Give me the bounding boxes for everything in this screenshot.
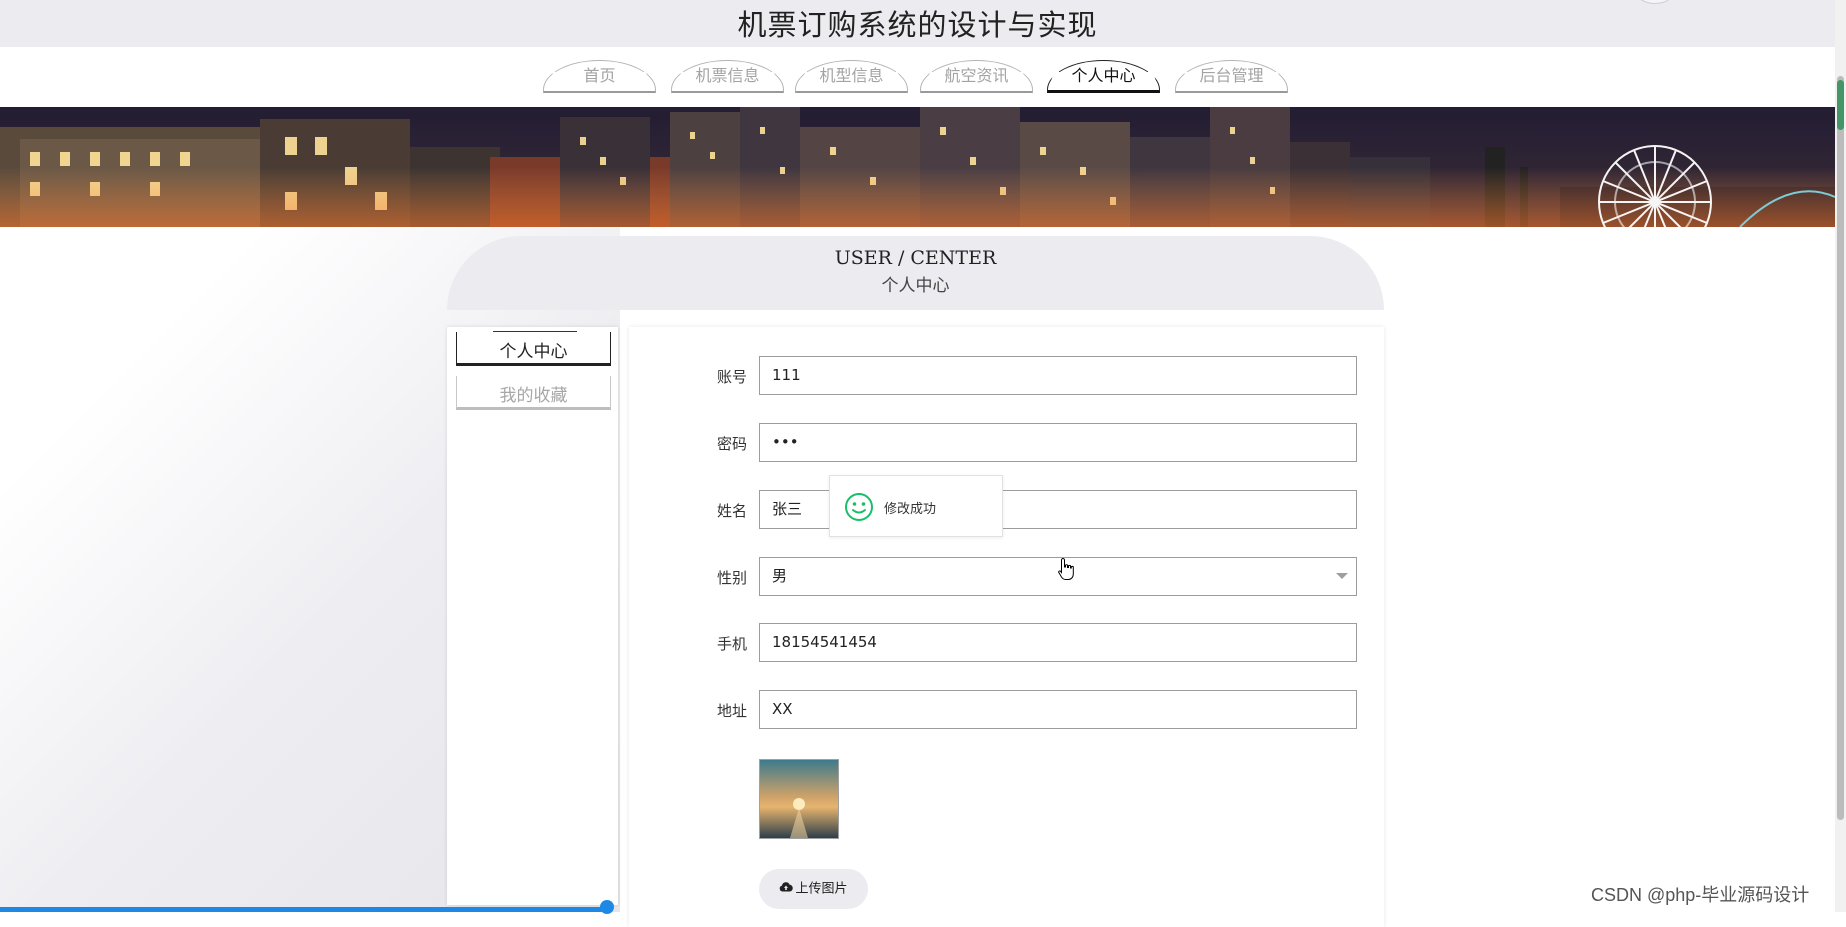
page-progress-bar bbox=[0, 907, 612, 912]
phone-label: 手机 bbox=[716, 635, 747, 653]
smile-icon bbox=[844, 492, 874, 526]
account-input[interactable]: 111 bbox=[759, 356, 1357, 395]
phone-input[interactable]: 18154541454 bbox=[759, 623, 1357, 662]
main-nav: 首页 机票信息 机型信息 航空资讯 个人中心 后台管理 bbox=[0, 47, 1835, 107]
nav-tab-user-center[interactable]: 个人中心 bbox=[1047, 60, 1160, 93]
success-toast: 修改成功 bbox=[829, 475, 1003, 537]
sidebar-item-user-center[interactable]: 个人中心 bbox=[456, 331, 611, 366]
banner-image bbox=[0, 107, 1835, 227]
upload-image-button[interactable]: 上传图片 bbox=[759, 869, 868, 909]
chevron-down-icon bbox=[1336, 573, 1348, 579]
password-label: 密码 bbox=[716, 435, 747, 453]
avatar-preview bbox=[759, 759, 839, 839]
gender-select-value: 男 bbox=[772, 567, 788, 585]
scroll-indicator bbox=[1837, 80, 1844, 130]
address-input[interactable]: XX bbox=[759, 690, 1357, 729]
section-title-en: USER / CENTER bbox=[834, 247, 997, 269]
nav-tab-admin[interactable]: 后台管理 bbox=[1175, 60, 1288, 93]
account-label: 账号 bbox=[716, 368, 747, 386]
address-label: 地址 bbox=[716, 702, 747, 720]
section-title-cn: 个人中心 bbox=[881, 276, 950, 296]
profile-form: 账号 111 密码 ••• 姓名 张三 性别 男 手机 18154541454 … bbox=[629, 327, 1384, 927]
password-input[interactable]: ••• bbox=[759, 423, 1357, 462]
hand-cursor-icon bbox=[1057, 557, 1075, 585]
top-bar: 机票订购系统的设计与实现 bbox=[0, 0, 1835, 47]
section-heading: USER / CENTER 个人中心 bbox=[447, 236, 1384, 310]
scrollbar-thumb[interactable] bbox=[1837, 76, 1844, 820]
page-scrollbar[interactable] bbox=[1835, 0, 1846, 912]
nav-tab-tickets[interactable]: 机票信息 bbox=[671, 60, 784, 93]
nav-tab-aircraft[interactable]: 机型信息 bbox=[795, 60, 908, 93]
cloud-upload-icon bbox=[779, 869, 794, 909]
nav-tab-news[interactable]: 航空资讯 bbox=[920, 60, 1033, 93]
gender-label: 性别 bbox=[716, 569, 747, 587]
name-label: 姓名 bbox=[716, 502, 747, 520]
sidebar: 个人中心 我的收藏 bbox=[447, 327, 618, 905]
site-title: 机票订购系统的设计与实现 bbox=[737, 8, 1098, 42]
sidebar-item-favorites[interactable]: 我的收藏 bbox=[456, 376, 611, 410]
toast-message: 修改成功 bbox=[884, 502, 937, 517]
nav-tab-home[interactable]: 首页 bbox=[543, 60, 656, 93]
upload-image-label: 上传图片 bbox=[795, 881, 848, 897]
watermark: CSDN @php-毕业源码设计 bbox=[1591, 885, 1810, 905]
